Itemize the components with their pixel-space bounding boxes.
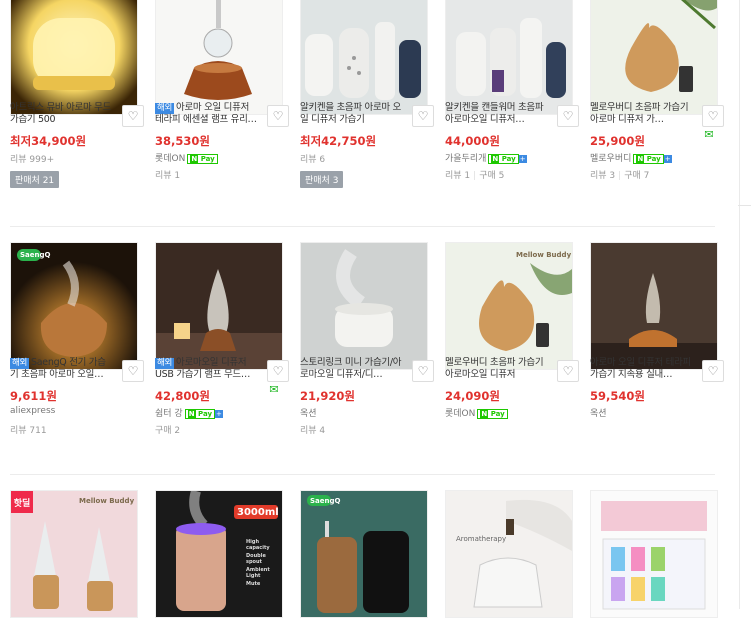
review-count[interactable]: 리뷰 4 [300,423,325,436]
product-price: 최저42,750원 [300,134,377,148]
mall-name[interactable]: 롯데ON N Pay [445,406,508,419]
product-price: 21,920원 [300,389,355,403]
product-image[interactable] [300,242,428,370]
brand-logo: SaengQ [20,251,51,259]
mall-name[interactable]: 멜로우버디 N Pay + [590,151,672,164]
product-image[interactable]: SaengQ [10,242,138,370]
npay-badge: N Pay [187,154,218,164]
product-image[interactable] [590,242,718,370]
product-title[interactable]: 알키켄을 초음파 아로마 오일 디퓨저 가습기 [300,102,404,126]
heart-icon[interactable]: ♡ [267,360,289,382]
review-purchase[interactable]: 리뷰 3 | 구매 7 [590,168,649,181]
product-title[interactable]: 해외 SaengQ 전기 가습기 초음파 아로마 오일… [10,357,114,381]
heart-icon[interactable]: ♡ [702,360,724,382]
brand-logo: SaengQ [310,497,341,505]
product-image[interactable]: 핫딜 Mellow Buddy [10,490,138,618]
mall-name[interactable]: 가을두리개 N Pay + [445,151,527,164]
scrollbar-track[interactable] [739,0,740,609]
npay-badge: N Pay [633,154,664,164]
product-title[interactable]: 아로마 오일 디퓨저 테라피 가습기 지속용 실내… [590,357,694,381]
review-count[interactable]: 리뷰 1 [155,168,180,181]
product-image[interactable] [10,0,138,115]
plus-badge: + [663,155,672,163]
mall-name[interactable]: 롯데ON N Pay [155,151,218,164]
product-price: 42,800원 [155,389,210,403]
heart-icon[interactable]: ♡ [122,360,144,382]
product-title[interactable]: 아트릭스 뮤바 아로마 무드가습기 500 [10,102,114,126]
product-image[interactable] [590,0,718,115]
spec-label: Mute [246,581,261,587]
overseas-tag: 해외 [10,358,30,369]
review-purchase[interactable]: 리뷰 1 | 구매 5 [445,168,504,181]
spec-label: Double spout [246,553,266,565]
product-price: 24,090원 [445,389,500,403]
spec-label: High capacity [246,539,270,551]
product-price: 25,900원 [590,134,645,148]
brand-logo: Mellow Buddy [516,251,572,259]
product-image[interactable] [155,0,283,115]
talk-icon[interactable]: ✉ [267,383,281,396]
review-count[interactable]: 리뷰 6 [300,152,325,165]
brand-logo: Mellow Buddy [79,497,135,505]
product-image[interactable] [445,0,573,115]
product-image[interactable] [300,0,428,115]
product-image[interactable]: 3000ml High capacity Double spout Ambien… [155,490,283,618]
heart-icon[interactable]: ♡ [122,105,144,127]
npay-badge: N Pay [184,409,216,419]
npay-badge: N Pay [488,154,519,164]
product-title[interactable]: 해외 아로마 오일 디퓨저 테라피 에센셜 램프 유리… [155,102,259,126]
mall-name[interactable]: 옥션 [300,406,317,419]
product-price: 38,530원 [155,134,210,148]
spec-label: Ambient Light [246,567,270,579]
product-title[interactable]: 멜로우버디 초음파 가습기 아로마 디퓨저 가… [590,102,694,126]
product-image[interactable]: Aromatherapy [445,490,573,618]
heart-icon[interactable]: ♡ [557,105,579,127]
mall-name[interactable]: aliexpress [10,406,55,416]
product-image[interactable] [155,242,283,370]
hotdeal-badge: 핫딜 [11,491,33,513]
npay-badge: N Pay [477,409,508,419]
heart-icon[interactable]: ♡ [557,360,579,382]
product-image[interactable]: SaengQ [300,490,428,618]
product-price: 9,611원 [10,389,57,403]
heart-icon[interactable]: ♡ [412,360,434,382]
product-title[interactable]: 스토리링크 미니 가습기/아로마오일 디퓨저/디… [300,357,404,381]
product-price: 최저34,900원 [10,134,87,148]
seller-count-button[interactable]: 판매처 21 [10,171,60,188]
capacity-label: 3000ml [237,507,279,518]
product-price: 59,540원 [590,389,645,403]
talk-icon[interactable]: ✉ [702,128,716,141]
purchase-count[interactable]: 구매 2 [155,423,180,436]
heart-icon[interactable]: ♡ [412,105,434,127]
plus-badge: + [215,410,223,418]
row-divider [10,226,715,227]
mall-name[interactable]: 옥션 [590,406,607,419]
product-title[interactable]: 멜로우버디 초음파 가습기 아로마오일 디퓨저 [445,357,549,381]
review-count[interactable]: 리뷰 711 [10,423,47,436]
heart-icon[interactable]: ♡ [267,105,289,127]
product-price: 44,000원 [445,134,500,148]
product-title[interactable]: 해외 아로마오일 디퓨저 USB 가습기 램프 무드… [155,357,259,381]
plus-badge: + [518,155,527,163]
product-image[interactable]: Mellow Buddy [445,242,573,370]
seller-count-button[interactable]: 판매처 3 [300,171,344,188]
overseas-tag: 해외 [155,103,175,114]
product-image[interactable] [590,490,718,618]
review-count[interactable]: 리뷰 999+ [10,152,54,165]
aromatherapy-label: Aromatherapy [456,535,507,543]
scrollbar-marker [738,205,751,206]
row-divider [10,474,715,475]
mall-name[interactable]: 쉼터 강N Pay + [155,406,223,419]
heart-icon[interactable]: ♡ [702,105,724,127]
product-title[interactable]: 알키켄을 캔들워머 초음파 아로마오일 디퓨저… [445,102,549,126]
overseas-tag: 해외 [155,358,175,369]
